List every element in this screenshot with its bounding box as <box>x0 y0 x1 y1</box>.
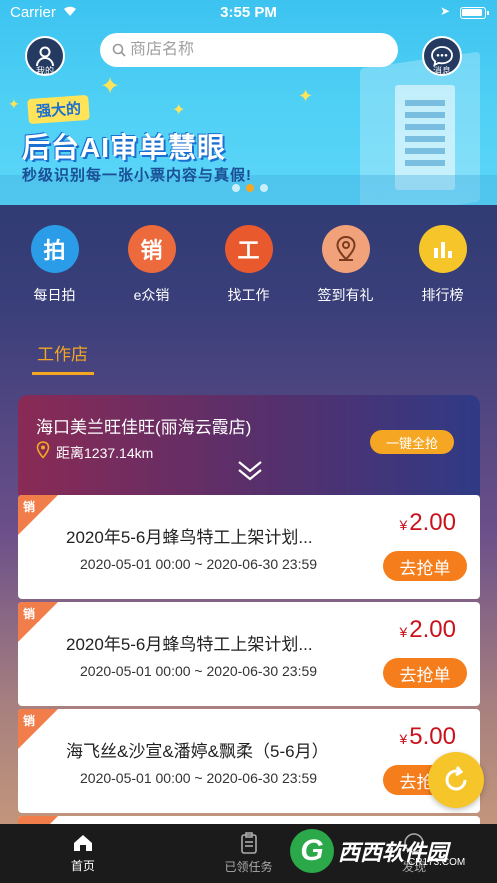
corner-label: 销 <box>23 607 36 621</box>
search-input[interactable] <box>130 41 380 59</box>
task-card[interactable]: 销 2020年5-6月蜂鸟特工上架计划... 2020-05-01 00:00 … <box>18 602 480 706</box>
status-bar: Carrier 3:55 PM ➤ <box>0 0 497 26</box>
location-pin-icon <box>321 225 370 273</box>
task-card[interactable]: 销 海飞丝&沙宣&潘婷&飘柔（5-6月） 2020-05-01 00:00 ~ … <box>18 709 480 813</box>
tab-home[interactable]: 首页 <box>0 824 166 883</box>
banner-badge: 强大的 <box>27 94 90 125</box>
location-pin-icon <box>36 441 50 464</box>
clock: 3:55 PM <box>220 4 277 21</box>
sales-icon: 销 <box>127 225 176 273</box>
task-card[interactable]: 销 2020年5-6月蜂鸟特工上架计划... 2020-05-01 00:00 … <box>18 495 480 599</box>
watermark-url: CR173.COM <box>408 857 466 868</box>
grab-order-button[interactable]: 去抢单 <box>383 658 467 688</box>
price-value: 2.00 <box>409 616 456 643</box>
task-title: 海飞丝&沙宣&潘婷&飘柔（5-6月） <box>66 742 329 761</box>
currency-symbol: ¥ <box>399 731 408 747</box>
quick-menu: 拍 每日拍 销 e众销 工 找工作 签到有礼 排行榜 <box>0 225 497 305</box>
task-dates: 2020-05-01 00:00 ~ 2020-06-30 23:59 <box>80 556 318 572</box>
grab-order-button[interactable]: 去抢单 <box>383 551 467 581</box>
task-dates: 2020-05-01 00:00 ~ 2020-06-30 23:59 <box>80 663 318 679</box>
menu-item-leaderboard[interactable]: 排行榜 <box>398 225 488 305</box>
store-name: 海口美兰旺佳旺(丽海云霞店) <box>36 418 252 437</box>
task-price: ¥5.00 <box>399 723 456 751</box>
menu-item-check-in[interactable]: 签到有礼 <box>301 225 391 305</box>
grab-all-button[interactable]: 一键全抢 <box>370 430 454 454</box>
task-price: ¥2.00 <box>399 509 456 537</box>
job-icon: 工 <box>224 225 273 273</box>
tab-label: 首页 <box>70 859 95 873</box>
corner-label: 销 <box>23 500 36 514</box>
clipboard-icon <box>240 832 257 854</box>
sparkle-icon: ✦ <box>8 96 20 112</box>
pager-dot-active[interactable] <box>246 184 254 192</box>
store-distance: 距离1237.14km <box>56 445 154 461</box>
tab-underline <box>32 372 94 375</box>
promo-banner[interactable]: ✦ ✦ ✦ ✦ 强大的 后台AI审单慧眼 秒级识别每一张小票内容与真假! <box>0 0 497 205</box>
task-price: ¥2.00 <box>399 616 456 644</box>
search-bar[interactable] <box>100 33 398 67</box>
battery-icon <box>460 7 489 19</box>
search-icon <box>112 43 126 57</box>
banner-pager[interactable] <box>232 184 268 192</box>
menu-item-e-sales[interactable]: 销 e众销 <box>107 225 197 305</box>
currency-symbol: ¥ <box>399 624 408 640</box>
task-dates: 2020-05-01 00:00 ~ 2020-06-30 23:59 <box>80 770 318 786</box>
refresh-button[interactable] <box>428 752 484 808</box>
tab-label: 已领任务 <box>224 860 273 874</box>
price-value: 5.00 <box>409 723 456 750</box>
location-arrow-icon: ➤ <box>440 4 451 18</box>
banner-headline: 后台AI审单慧眼 <box>22 132 227 163</box>
camera-icon: 拍 <box>30 225 79 273</box>
home-icon <box>73 835 92 851</box>
task-title: 2020年5-6月蜂鸟特工上架计划... <box>66 635 313 654</box>
chevron-down-icon[interactable] <box>236 459 264 488</box>
corner-label: 销 <box>23 714 36 728</box>
currency-symbol: ¥ <box>399 517 408 533</box>
menu-label: 找工作 <box>227 287 270 303</box>
price-value: 2.00 <box>409 509 456 536</box>
menu-label: 排行榜 <box>421 287 464 303</box>
sparkle-icon: ✦ <box>172 102 186 119</box>
menu-item-find-job[interactable]: 工 找工作 <box>204 225 294 305</box>
menu-label: 签到有礼 <box>317 287 374 303</box>
messages-label: 消息 <box>432 66 451 76</box>
site-watermark: G 西西软件园 CR173.COM <box>290 826 490 876</box>
sparkle-icon: ✦ <box>298 86 314 106</box>
task-title: 2020年5-6月蜂鸟特工上架计划... <box>66 528 313 547</box>
store-card[interactable]: 海口美兰旺佳旺(丽海云霞店) 距离1237.14km 一键全抢 <box>18 395 480 495</box>
bar-chart-icon <box>418 225 467 273</box>
pager-dot[interactable] <box>260 184 268 192</box>
menu-label: e众销 <box>133 287 170 303</box>
banner-receipt-lines <box>405 100 445 106</box>
sparkle-icon: ✦ <box>100 73 121 100</box>
watermark-logo: G <box>290 829 334 873</box>
banner-subline: 秒级识别每一张小票内容与真假! <box>22 167 252 184</box>
refresh-icon <box>445 766 467 791</box>
tab-work-stores[interactable]: 工作店 <box>37 340 88 365</box>
pager-dot[interactable] <box>232 184 240 192</box>
menu-label: 每日拍 <box>33 287 76 303</box>
menu-item-daily-photo[interactable]: 拍 每日拍 <box>10 225 100 305</box>
profile-label: 我的 <box>35 66 54 76</box>
